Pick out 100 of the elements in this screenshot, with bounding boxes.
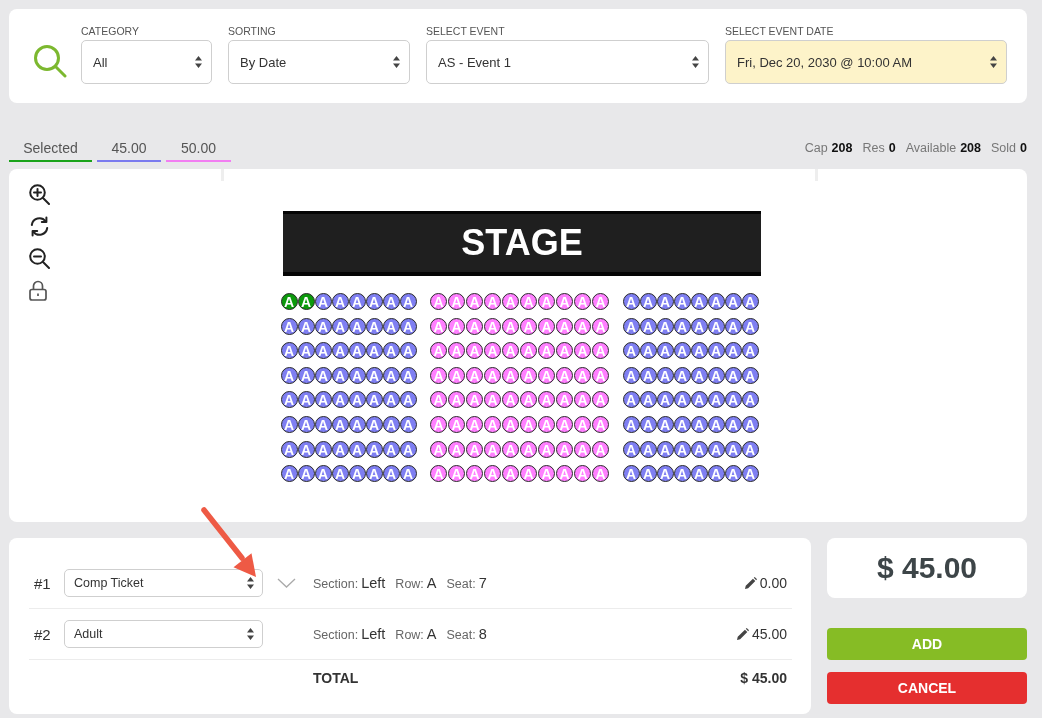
seat[interactable]: A [382, 342, 400, 360]
seat[interactable]: A [538, 440, 555, 458]
seat[interactable]: A [466, 293, 483, 310]
seat[interactable]: A [741, 391, 759, 409]
seat[interactable]: A [297, 293, 315, 310]
seat[interactable]: A [556, 317, 573, 335]
seat[interactable]: A [592, 440, 609, 458]
seat[interactable]: A [484, 415, 501, 433]
seat[interactable]: A [484, 317, 501, 335]
seat[interactable]: A [724, 293, 742, 310]
seat[interactable]: A [348, 415, 366, 433]
seat[interactable]: A [280, 440, 298, 458]
seat[interactable]: A [365, 342, 383, 360]
seat[interactable]: A [448, 465, 465, 483]
seat[interactable]: A [538, 342, 555, 360]
seat[interactable]: A [592, 317, 609, 335]
lock-icon[interactable] [29, 280, 47, 301]
seat[interactable]: A [673, 293, 691, 310]
seat[interactable]: A [556, 391, 573, 409]
seat[interactable]: A [592, 342, 609, 360]
seat[interactable]: A [297, 465, 315, 483]
seat[interactable]: A [656, 415, 674, 433]
seat[interactable]: A [280, 391, 298, 409]
seat[interactable]: A [448, 440, 465, 458]
seat[interactable]: A [280, 342, 298, 360]
seat[interactable]: A [331, 342, 349, 360]
seat[interactable]: A [724, 391, 742, 409]
seat[interactable]: A [656, 317, 674, 335]
seat[interactable]: A [538, 391, 555, 409]
seat[interactable]: A [297, 440, 315, 458]
seat[interactable]: A [707, 440, 725, 458]
seat[interactable]: A [502, 293, 519, 310]
seat[interactable]: A [707, 391, 725, 409]
seat[interactable]: A [382, 415, 400, 433]
seat[interactable]: A [520, 293, 537, 310]
seat[interactable]: A [348, 465, 366, 483]
seat[interactable]: A [297, 415, 315, 433]
seat[interactable]: A [538, 317, 555, 335]
seat[interactable]: A [724, 440, 742, 458]
seat[interactable]: A [707, 415, 725, 433]
seat[interactable]: A [348, 342, 366, 360]
seat[interactable]: A [430, 415, 447, 433]
seat[interactable]: A [520, 415, 537, 433]
seat[interactable]: A [314, 366, 332, 384]
seat[interactable]: A [707, 366, 725, 384]
seat[interactable]: A [724, 366, 742, 384]
seat[interactable]: A [331, 293, 349, 310]
seat[interactable]: A [673, 366, 691, 384]
seat[interactable]: A [430, 440, 447, 458]
seat[interactable]: A [314, 293, 332, 310]
seat[interactable]: A [502, 415, 519, 433]
seat[interactable]: A [622, 366, 640, 384]
seat[interactable]: A [365, 440, 383, 458]
seat[interactable]: A [448, 342, 465, 360]
seat[interactable]: A [502, 342, 519, 360]
seat[interactable]: A [314, 465, 332, 483]
seat[interactable]: A [280, 317, 298, 335]
seat[interactable]: A [365, 415, 383, 433]
seat[interactable]: A [484, 366, 501, 384]
seat[interactable]: A [622, 342, 640, 360]
seat[interactable]: A [399, 317, 417, 335]
seat[interactable]: A [592, 415, 609, 433]
seat[interactable]: A [520, 440, 537, 458]
filter-select[interactable]: AS - Event 1 [426, 40, 709, 84]
seat[interactable]: A [538, 465, 555, 483]
seat[interactable]: A [639, 415, 657, 433]
seat[interactable]: A [574, 366, 591, 384]
pencil-icon[interactable] [744, 577, 757, 589]
seat[interactable]: A [365, 317, 383, 335]
seat[interactable]: A [466, 342, 483, 360]
seat[interactable]: A [622, 465, 640, 483]
seat[interactable]: A [280, 415, 298, 433]
seat[interactable]: A [365, 366, 383, 384]
seat[interactable]: A [280, 465, 298, 483]
seat[interactable]: A [673, 440, 691, 458]
seat[interactable]: A [466, 440, 483, 458]
seat[interactable]: A [430, 465, 447, 483]
seat[interactable]: A [399, 391, 417, 409]
seat[interactable]: A [656, 366, 674, 384]
ticket-type-select[interactable]: Adult [64, 620, 263, 648]
seat[interactable]: A [520, 391, 537, 409]
seat[interactable]: A [690, 366, 708, 384]
seat[interactable]: A [365, 293, 383, 310]
seat[interactable]: A [348, 317, 366, 335]
seat[interactable]: A [707, 317, 725, 335]
seat[interactable]: A [430, 293, 447, 310]
seat[interactable]: A [466, 391, 483, 409]
ticket-type-select[interactable]: Comp Ticket [64, 569, 263, 597]
seat[interactable]: A [592, 366, 609, 384]
add-button[interactable]: ADD [827, 628, 1027, 660]
seat[interactable]: A [574, 317, 591, 335]
seat[interactable]: A [382, 465, 400, 483]
seat[interactable]: A [741, 342, 759, 360]
seat[interactable]: A [574, 293, 591, 310]
seat[interactable]: A [707, 465, 725, 483]
seat[interactable]: A [430, 317, 447, 335]
seat[interactable]: A [741, 415, 759, 433]
seat[interactable]: A [297, 342, 315, 360]
seat[interactable]: A [399, 366, 417, 384]
seat[interactable]: A [502, 391, 519, 409]
